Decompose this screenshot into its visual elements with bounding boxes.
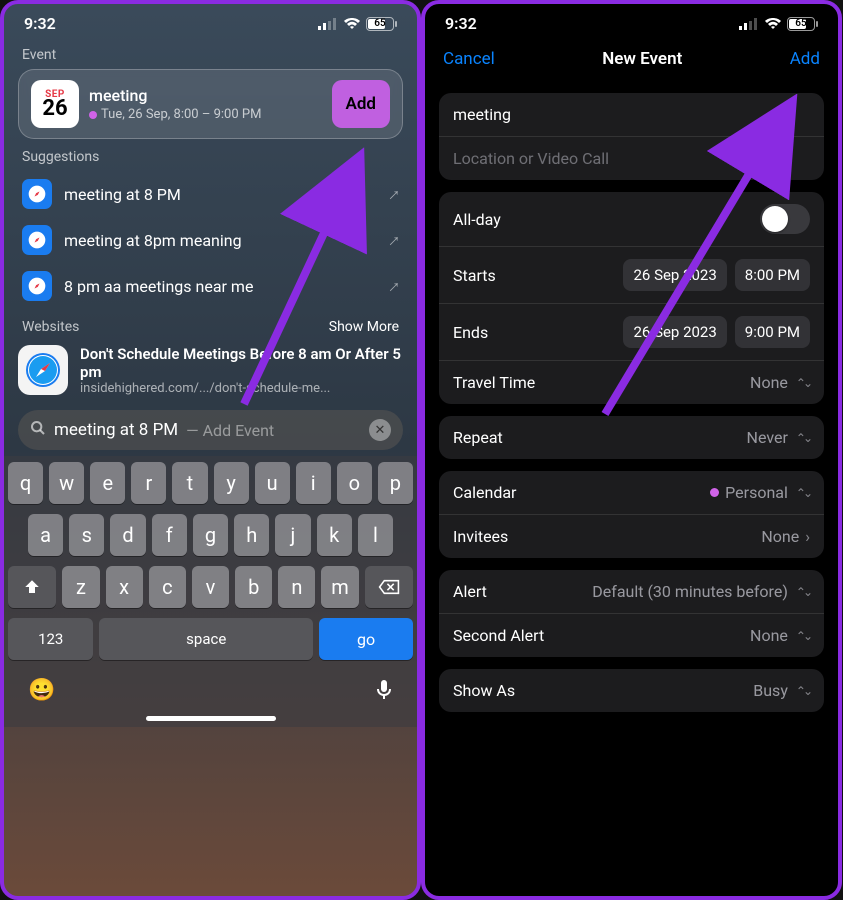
key-a[interactable]: a	[28, 514, 63, 556]
calendar-icon: SEP 26	[31, 80, 79, 128]
updown-icon: ⌃⌄	[796, 585, 810, 599]
key-q[interactable]: q	[8, 462, 43, 504]
key-b[interactable]: b	[235, 566, 272, 608]
key-w[interactable]: w	[49, 462, 84, 504]
allday-row[interactable]: All-day	[439, 192, 824, 246]
cancel-button[interactable]: Cancel	[443, 49, 495, 69]
section-websites-label: Websites	[22, 319, 79, 335]
key-space[interactable]: space	[99, 618, 313, 660]
key-f[interactable]: f	[152, 514, 187, 556]
key-i[interactable]: i	[296, 462, 331, 504]
event-subtitle: Tue, 26 Sep, 8:00 – 9:00 PM	[89, 107, 322, 122]
search-hint: — Add Event	[186, 421, 274, 440]
fill-arrow-icon[interactable]: ↑	[384, 275, 405, 296]
key-n[interactable]: n	[278, 566, 315, 608]
search-field[interactable]: meeting at 8 PM — Add Event ✕	[18, 410, 403, 450]
add-event-button[interactable]: Add	[332, 80, 391, 128]
travel-time-row[interactable]: Travel Time None⌃⌄	[439, 360, 824, 404]
second-alert-row[interactable]: Second Alert None⌃⌄	[439, 613, 824, 657]
key-h[interactable]: h	[234, 514, 269, 556]
status-time: 9:32	[24, 14, 56, 33]
key-o[interactable]: o	[337, 462, 372, 504]
key-d[interactable]: d	[110, 514, 145, 556]
key-l[interactable]: l	[358, 514, 393, 556]
calendar-row[interactable]: Calendar Personal⌃⌄	[439, 471, 824, 514]
emoji-button[interactable]: 😀	[28, 678, 55, 708]
clear-search-button[interactable]: ✕	[369, 419, 391, 441]
chevron-right-icon: ›	[805, 527, 810, 546]
key-shift[interactable]	[8, 566, 56, 608]
key-c[interactable]: c	[149, 566, 186, 608]
key-x[interactable]: x	[106, 566, 143, 608]
search-text: meeting at 8 PM	[54, 420, 178, 440]
key-numbers[interactable]: 123	[8, 618, 93, 660]
event-title: meeting	[89, 86, 322, 105]
dictation-button[interactable]	[375, 678, 393, 708]
key-s[interactable]: s	[69, 514, 104, 556]
status-icons: 65	[739, 17, 818, 31]
show-more-link[interactable]: Show More	[329, 319, 399, 335]
add-button[interactable]: Add	[790, 49, 820, 69]
key-m[interactable]: m	[321, 566, 358, 608]
ends-row: Ends 26 Sep 2023 9:00 PM	[439, 303, 824, 360]
updown-icon: ⌃⌄	[796, 486, 810, 500]
key-p[interactable]: p	[378, 462, 413, 504]
end-time-button[interactable]: 9:00 PM	[735, 316, 810, 348]
invitees-row[interactable]: Invitees None›	[439, 514, 824, 558]
updown-icon: ⌃⌄	[796, 431, 810, 445]
suggestion-row[interactable]: meeting at 8pm meaning ↑	[16, 217, 405, 263]
start-date-button[interactable]: 26 Sep 2023	[623, 259, 726, 291]
website-url: insidehighered.com/.../don't-schedule-me…	[80, 381, 390, 396]
suggestion-row[interactable]: meeting at 8 PM ↑	[16, 171, 405, 217]
title-input[interactable]: meeting	[439, 93, 824, 136]
key-g[interactable]: g	[193, 514, 228, 556]
repeat-row[interactable]: Repeat Never⌃⌄	[439, 416, 824, 459]
key-u[interactable]: u	[255, 462, 290, 504]
home-indicator[interactable]	[146, 716, 276, 721]
key-go[interactable]: go	[319, 618, 413, 660]
key-v[interactable]: v	[192, 566, 229, 608]
safari-icon	[22, 179, 52, 209]
location-input[interactable]: Location or Video Call	[439, 136, 824, 180]
key-k[interactable]: k	[317, 514, 352, 556]
section-event-label: Event	[4, 37, 417, 69]
updown-icon: ⌃⌄	[796, 629, 810, 643]
show-as-row[interactable]: Show As Busy⌃⌄	[439, 669, 824, 712]
start-time-button[interactable]: 8:00 PM	[735, 259, 810, 291]
key-y[interactable]: y	[214, 462, 249, 504]
safari-icon	[18, 345, 68, 395]
allday-toggle[interactable]	[760, 204, 810, 234]
key-e[interactable]: e	[90, 462, 125, 504]
website-result[interactable]: Don't Schedule Meetings Before 8 am Or A…	[18, 341, 403, 400]
fill-arrow-icon[interactable]: ↑	[384, 229, 405, 250]
keyboard: q w e r t y u i o p a s d f g h j k l z …	[4, 456, 417, 727]
website-title: Don't Schedule Meetings Before 8 am Or A…	[80, 345, 403, 381]
suggestion-row[interactable]: 8 pm aa meetings near me ↑	[16, 263, 405, 309]
safari-icon	[22, 271, 52, 301]
status-icons: 65	[318, 17, 397, 31]
key-r[interactable]: r	[131, 462, 166, 504]
nav-title: New Event	[602, 49, 682, 69]
updown-icon: ⌃⌄	[796, 684, 810, 698]
starts-row: Starts 26 Sep 2023 8:00 PM	[439, 246, 824, 303]
key-j[interactable]: j	[275, 514, 310, 556]
status-time: 9:32	[445, 14, 477, 33]
search-icon	[30, 420, 46, 440]
alert-row[interactable]: Alert Default (30 minutes before)⌃⌄	[439, 570, 824, 613]
section-suggestions-label: Suggestions	[4, 139, 417, 171]
fill-arrow-icon[interactable]: ↑	[384, 183, 405, 204]
key-t[interactable]: t	[172, 462, 207, 504]
safari-icon	[22, 225, 52, 255]
updown-icon: ⌃⌄	[796, 376, 810, 390]
end-date-button[interactable]: 26 Sep 2023	[623, 316, 726, 348]
key-z[interactable]: z	[62, 566, 99, 608]
event-card[interactable]: SEP 26 meeting Tue, 26 Sep, 8:00 – 9:00 …	[18, 69, 403, 139]
key-delete[interactable]	[365, 566, 413, 608]
calendar-color-dot	[710, 488, 719, 497]
